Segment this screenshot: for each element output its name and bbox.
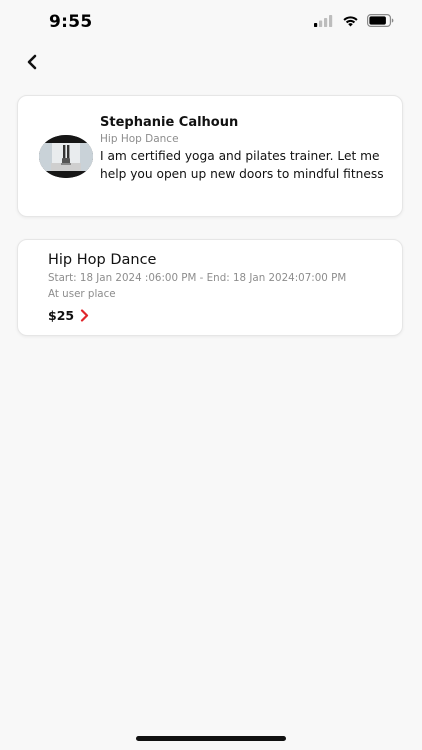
booking-card[interactable]: Hip Hop Dance Start: 18 Jan 2024 :06:00 … — [17, 239, 403, 336]
chevron-right-icon — [80, 309, 89, 322]
status-time: 9:55 — [49, 12, 93, 32]
home-indicator — [136, 736, 286, 741]
trainer-category: Hip Hop Dance — [100, 133, 179, 145]
trainer-card[interactable]: Stephanie Calhoun Hip Hop Dance I am cer… — [17, 95, 403, 217]
price-link[interactable]: $25 — [48, 308, 89, 323]
battery-icon — [367, 14, 394, 27]
wifi-icon — [343, 15, 358, 26]
chevron-left-icon — [27, 54, 37, 70]
avatar — [39, 135, 93, 178]
trainer-bio: I am certified yoga and pilates trainer.… — [100, 149, 384, 181]
booking-price: $25 — [48, 308, 75, 323]
status-icons — [314, 14, 394, 27]
status-bar: 9:55 — [0, 0, 422, 44]
cellular-signal-icon — [314, 14, 333, 27]
trainer-name: Stephanie Calhoun — [100, 115, 239, 130]
back-button[interactable] — [18, 48, 46, 76]
trainer-photo — [39, 135, 93, 178]
booking-location: At user place — [48, 288, 116, 300]
booking-time: Start: 18 Jan 2024 :06:00 PM - End: 18 J… — [48, 272, 347, 284]
booking-title: Hip Hop Dance — [48, 252, 157, 268]
